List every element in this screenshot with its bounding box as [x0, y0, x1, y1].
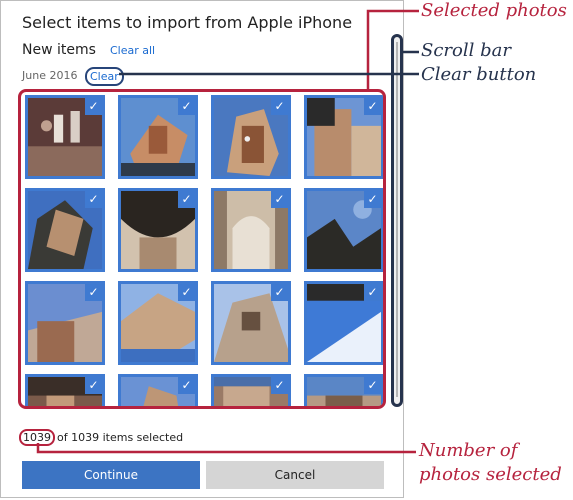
callout-number-line1: Number of: [419, 440, 518, 461]
callout-selected-photos: Selected photos: [421, 0, 567, 21]
number-leader: [36, 443, 416, 454]
callout-clear-button: Clear button: [421, 64, 537, 85]
callout-number-line2: photos selected: [419, 464, 562, 485]
callout-scroll-bar: Scroll bar: [421, 40, 511, 61]
